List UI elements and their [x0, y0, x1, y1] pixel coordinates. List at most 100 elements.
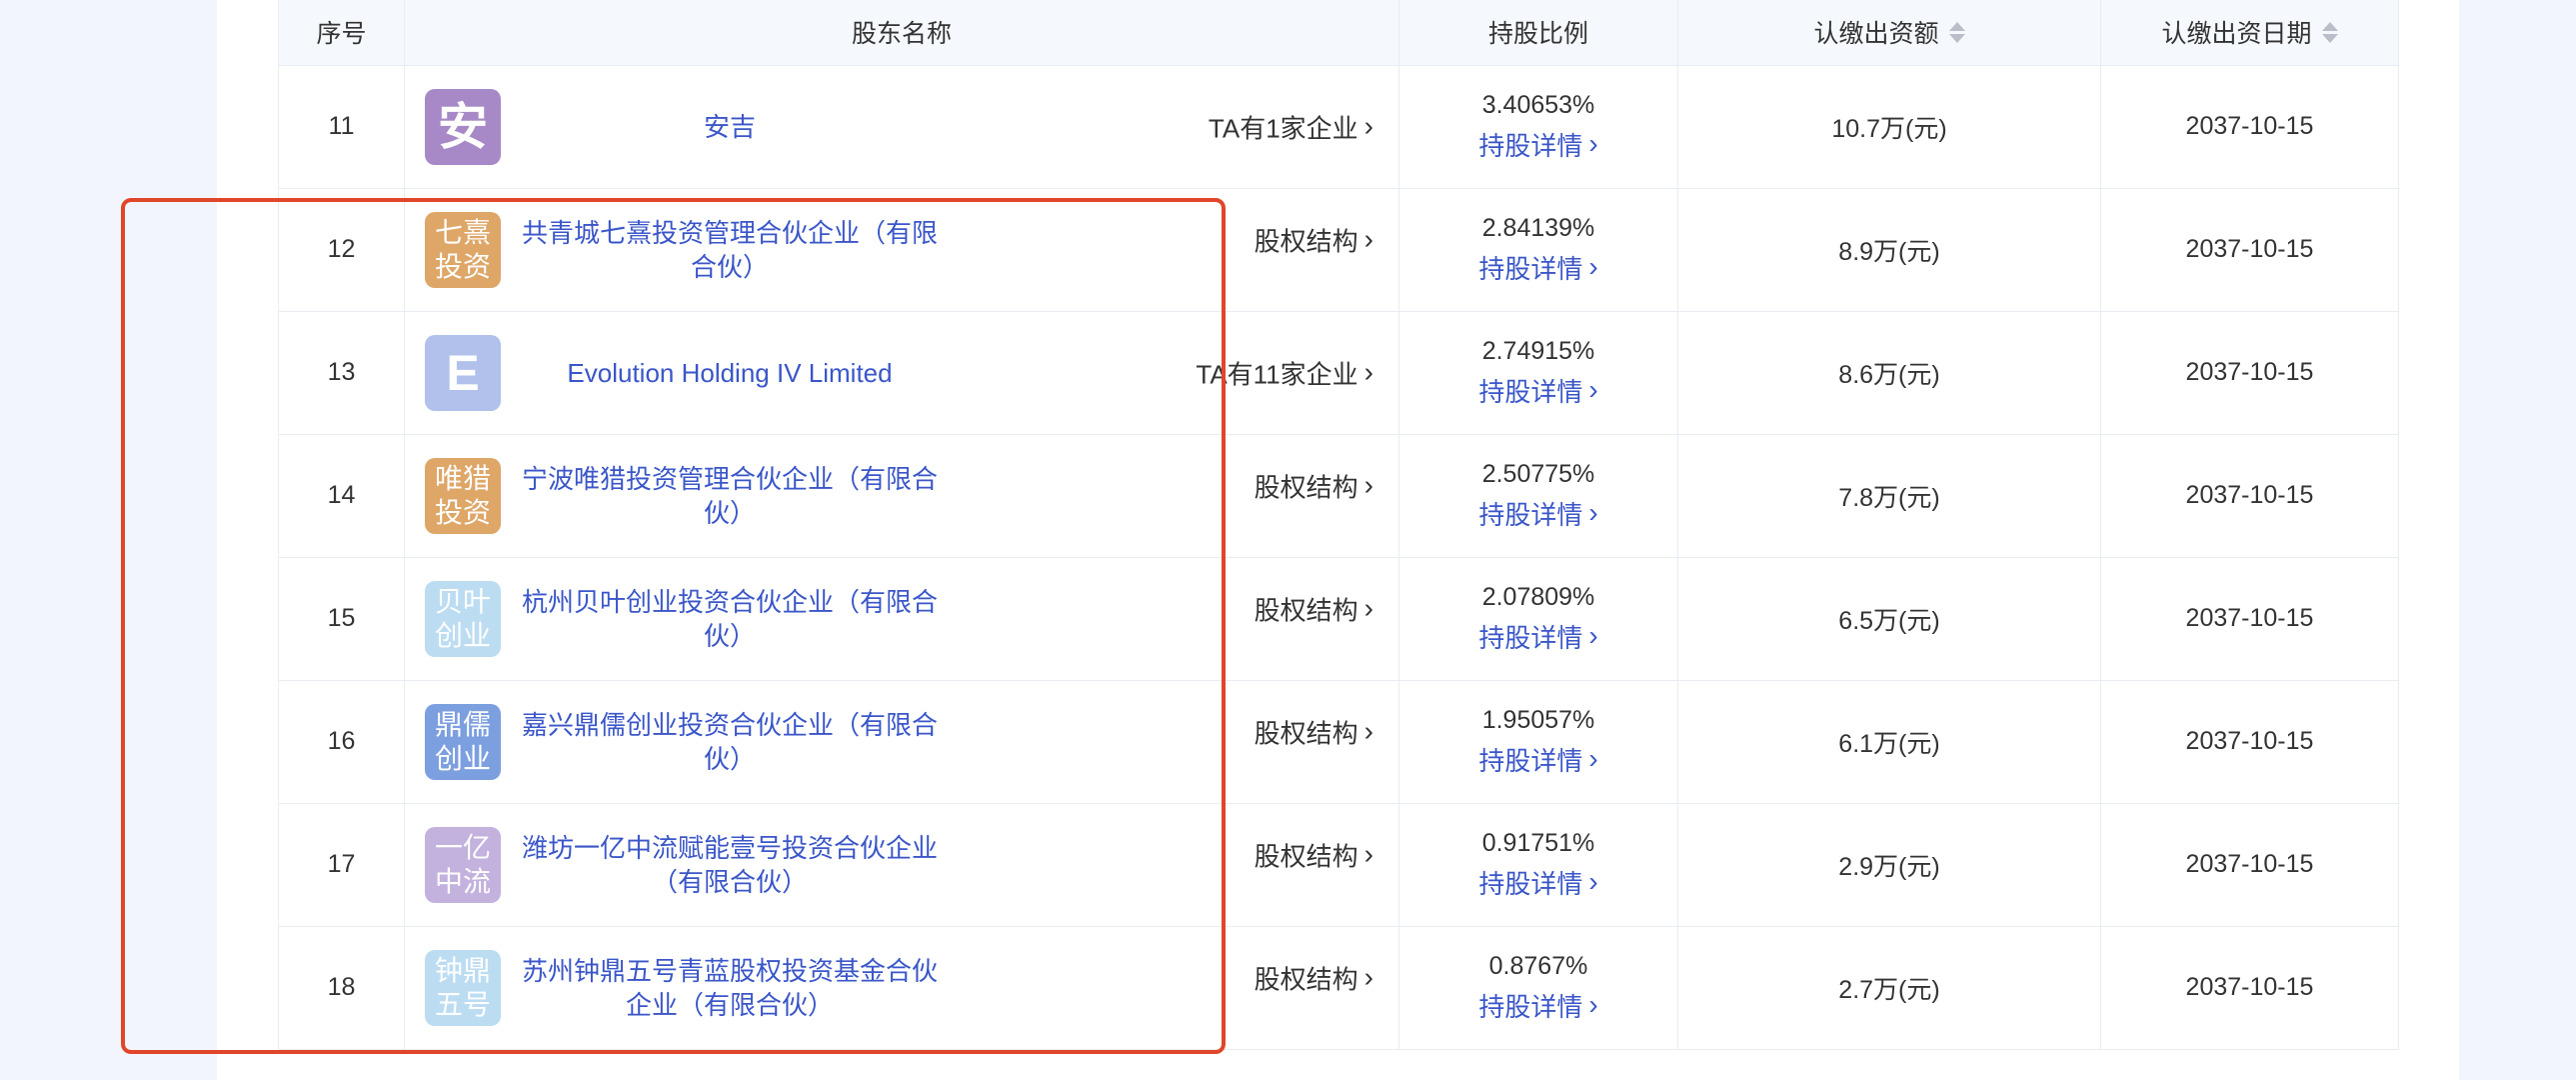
subscribed-amount-cell: 2.7万(元)	[1677, 925, 2101, 1050]
subscribed-date-cell: 2037-10-15	[2100, 802, 2399, 927]
shareholder-side-link[interactable]: 股权结构 ›	[1255, 467, 1373, 504]
holding-detail-link[interactable]: 持股详情 ›	[1478, 126, 1597, 163]
subscribed-date-cell: 2037-10-15	[2100, 556, 2399, 681]
shareholder-name-cell: 一亿中流 潍坊一亿中流赋能壹号投资合伙企业（有限合伙） 股权结构 ›	[404, 802, 1399, 927]
header-ratio: 持股比例	[1398, 0, 1678, 66]
header-subscribed-date[interactable]: 认缴出资日期	[2100, 0, 2399, 66]
chevron-right-icon: ›	[1363, 838, 1373, 870]
header-subscribed-date-label: 认缴出资日期	[2161, 20, 2312, 49]
table-row: 12 七熹投资 共青城七熹投资管理合伙企业（有限合伙） 股权结构 › 2.8413…	[278, 187, 2399, 312]
chevron-right-icon: ›	[1588, 743, 1598, 774]
holding-detail-link[interactable]: 持股详情 ›	[1478, 372, 1597, 409]
chevron-right-icon: ›	[1363, 110, 1373, 142]
shareholder-name-cell: 安 安吉 TA有1家企业 ›	[404, 64, 1399, 189]
company-logo: 钟鼎五号	[425, 949, 501, 1026]
shareholder-side-link[interactable]: 股权结构 ›	[1255, 713, 1373, 750]
shareholder-side-link[interactable]: TA有11家企业 ›	[1196, 354, 1373, 391]
subscribed-amount-cell: 2.9万(元)	[1677, 802, 2101, 927]
shareholder-name-link[interactable]: 嘉兴鼎儒创业投资合伙企业（有限合伙）	[520, 708, 940, 776]
shareholder-name-link[interactable]: 潍坊一亿中流赋能壹号投资合伙企业（有限合伙）	[520, 831, 940, 899]
shareholder-side-link[interactable]: 股权结构 ›	[1255, 836, 1373, 873]
shareholder-table: 序号 股东名称 持股比例 认缴出资额 认缴出资日期 11 安 安吉 TA有1家企…	[278, 0, 2399, 1050]
subscribed-amount-cell: 10.7万(元)	[1677, 64, 2101, 189]
header-subscribed-amount[interactable]: 认缴出资额	[1677, 0, 2101, 66]
holding-detail-link[interactable]: 持股详情 ›	[1478, 618, 1597, 655]
chevron-right-icon: ›	[1588, 251, 1598, 282]
header-shareholder-name: 股东名称	[404, 0, 1399, 66]
subscribed-date-cell: 2037-10-15	[2100, 679, 2399, 804]
row-index: 13	[278, 310, 405, 435]
shareholder-name-cell: 七熹投资 共青城七熹投资管理合伙企业（有限合伙） 股权结构 ›	[404, 187, 1399, 312]
ratio-value: 1.95057%	[1481, 705, 1595, 734]
shareholder-side-link[interactable]: 股权结构 ›	[1255, 590, 1373, 627]
chevron-right-icon: ›	[1363, 961, 1373, 993]
shareholder-name-link[interactable]: 共青城七熹投资管理合伙企业（有限合伙）	[520, 216, 940, 284]
row-index: 14	[278, 433, 405, 558]
ratio-value: 0.8767%	[1488, 951, 1588, 980]
header-index: 序号	[278, 0, 405, 66]
ratio-value: 2.07809%	[1481, 582, 1595, 611]
row-index: 17	[278, 802, 405, 927]
header-subscribed-amount-label: 认缴出资额	[1813, 20, 1939, 49]
row-index: 15	[278, 556, 405, 681]
ratio-cell: 1.95057% 持股详情 ›	[1398, 679, 1678, 804]
ratio-value: 2.50775%	[1481, 459, 1595, 488]
ratio-value: 2.74915%	[1481, 336, 1595, 365]
subscribed-date-cell: 2037-10-15	[2100, 64, 2399, 189]
shareholder-name-cell: 贝叶创业 杭州贝叶创业投资合伙企业（有限合伙） 股权结构 ›	[404, 556, 1399, 681]
subscribed-date-cell: 2037-10-15	[2100, 433, 2399, 558]
company-logo: 鼎儒创业	[425, 703, 501, 780]
shareholder-name-link[interactable]: Evolution Holding IV Limited	[520, 356, 940, 390]
row-index: 18	[278, 925, 405, 1050]
ratio-value: 0.91751%	[1481, 828, 1595, 857]
sort-icon[interactable]	[2321, 21, 2338, 43]
shareholder-name-link[interactable]: 杭州贝叶创业投资合伙企业（有限合伙）	[520, 585, 940, 653]
table-row: 18 钟鼎五号 苏州钟鼎五号青蓝股权投资基金合伙企业（有限合伙） 股权结构 › 0…	[278, 925, 2399, 1050]
holding-detail-link[interactable]: 持股详情 ›	[1478, 741, 1597, 778]
row-index: 16	[278, 679, 405, 804]
company-logo: 唯猎投资	[425, 457, 501, 534]
ratio-cell: 3.40653% 持股详情 ›	[1398, 64, 1678, 189]
table-row: 17 一亿中流 潍坊一亿中流赋能壹号投资合伙企业（有限合伙） 股权结构 › 0.9…	[278, 802, 2399, 927]
company-logo: 一亿中流	[425, 826, 501, 903]
holding-detail-link[interactable]: 持股详情 ›	[1478, 864, 1597, 901]
chevron-right-icon: ›	[1588, 128, 1598, 159]
company-logo: 七熹投资	[425, 211, 501, 288]
subscribed-amount-cell: 7.8万(元)	[1677, 433, 2101, 558]
chevron-right-icon: ›	[1363, 592, 1373, 624]
ratio-value: 3.40653%	[1481, 90, 1595, 119]
holding-detail-link[interactable]: 持股详情 ›	[1478, 495, 1597, 532]
shareholder-side-link[interactable]: 股权结构 ›	[1255, 959, 1373, 996]
chevron-right-icon: ›	[1363, 469, 1373, 501]
subscribed-amount-cell: 6.1万(元)	[1677, 679, 2101, 804]
sort-icon[interactable]	[1948, 21, 1965, 43]
shareholder-name-link[interactable]: 安吉	[520, 110, 940, 144]
shareholder-side-link[interactable]: TA有1家企业 ›	[1209, 108, 1373, 145]
shareholder-name-link[interactable]: 宁波唯猎投资管理合伙企业（有限合伙）	[520, 462, 940, 530]
shareholder-name-link[interactable]: 苏州钟鼎五号青蓝股权投资基金合伙企业（有限合伙）	[520, 954, 940, 1022]
table-row: 16 鼎儒创业 嘉兴鼎儒创业投资合伙企业（有限合伙） 股权结构 › 1.95057…	[278, 679, 2399, 804]
chevron-right-icon: ›	[1588, 866, 1598, 897]
shareholder-name-cell: 鼎儒创业 嘉兴鼎儒创业投资合伙企业（有限合伙） 股权结构 ›	[404, 679, 1399, 804]
holding-detail-link[interactable]: 持股详情 ›	[1478, 987, 1597, 1024]
table-row: 14 唯猎投资 宁波唯猎投资管理合伙企业（有限合伙） 股权结构 › 2.50775…	[278, 433, 2399, 558]
shareholder-side-link[interactable]: 股权结构 ›	[1255, 221, 1373, 258]
subscribed-amount-cell: 8.9万(元)	[1677, 187, 2101, 312]
ratio-cell: 2.74915% 持股详情 ›	[1398, 310, 1678, 435]
table-row: 15 贝叶创业 杭州贝叶创业投资合伙企业（有限合伙） 股权结构 › 2.07809…	[278, 556, 2399, 681]
company-logo: 安	[425, 88, 501, 165]
shareholder-name-cell: E Evolution Holding IV Limited TA有11家企业 ›	[404, 310, 1399, 435]
ratio-cell: 2.07809% 持股详情 ›	[1398, 556, 1678, 681]
row-index: 12	[278, 187, 405, 312]
holding-detail-link[interactable]: 持股详情 ›	[1478, 249, 1597, 286]
company-logo: E	[425, 334, 501, 411]
table-header-row: 序号 股东名称 持股比例 认缴出资额 认缴出资日期	[278, 0, 2399, 66]
chevron-right-icon: ›	[1363, 715, 1373, 747]
subscribed-amount-cell: 6.5万(元)	[1677, 556, 2101, 681]
ratio-cell: 2.50775% 持股详情 ›	[1398, 433, 1678, 558]
chevron-right-icon: ›	[1363, 223, 1373, 255]
subscribed-date-cell: 2037-10-15	[2100, 310, 2399, 435]
ratio-cell: 2.84139% 持股详情 ›	[1398, 187, 1678, 312]
subscribed-date-cell: 2037-10-15	[2100, 925, 2399, 1050]
chevron-right-icon: ›	[1363, 356, 1373, 388]
